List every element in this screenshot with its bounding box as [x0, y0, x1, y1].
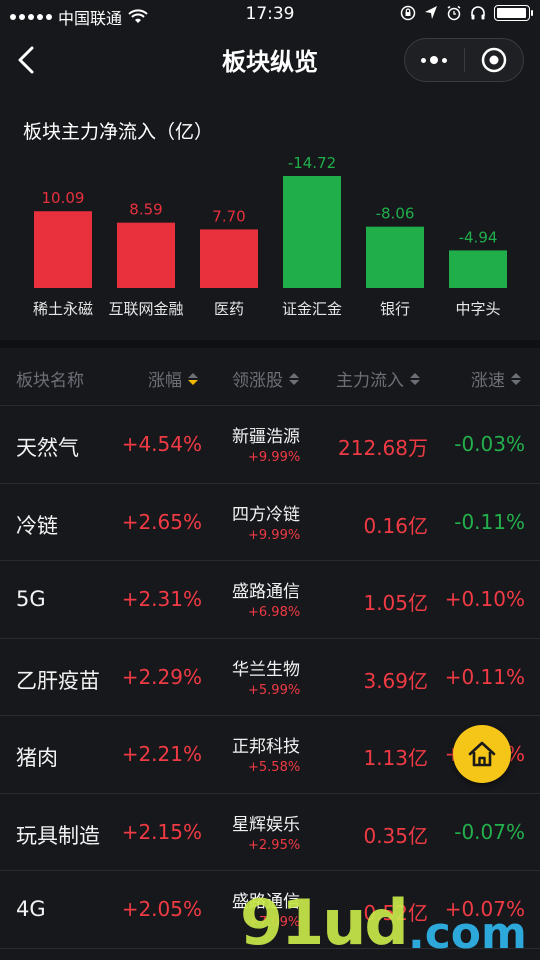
- more-icon: [421, 56, 448, 64]
- change-speed: -0.07%: [454, 819, 525, 844]
- rotation-lock-icon: [400, 5, 416, 21]
- header-sector-name: 板块名称: [16, 366, 84, 391]
- status-icons: [400, 5, 533, 21]
- sort-icon: [289, 372, 299, 385]
- table-row[interactable]: 乙肝疫苗 +2.29% 华兰生物 +5.99% 3.69亿 +0.11%: [0, 639, 540, 716]
- sector-change: +2.05%: [121, 897, 202, 921]
- home-icon: [468, 741, 496, 767]
- section-divider: [0, 340, 540, 348]
- sort-icon: [410, 372, 420, 385]
- sort-by-change-header[interactable]: 涨幅: [148, 366, 198, 391]
- table-row[interactable]: 5G +2.31% 盛路通信 +6.98% 1.05亿 +0.10%: [0, 561, 540, 639]
- chart-bar: [117, 222, 175, 288]
- chart-value-label: -14.72: [288, 154, 336, 172]
- alarm-icon: [447, 5, 461, 21]
- sector-change: +2.21%: [121, 742, 202, 766]
- home-button[interactable]: [453, 725, 511, 783]
- close-mini-program-button[interactable]: [465, 39, 524, 81]
- table-row[interactable]: 冷链 +2.65% 四方冷链 +9.99% 0.16亿 -0.11%: [0, 484, 540, 561]
- chart-category-label: 医药: [214, 300, 244, 318]
- mini-program-capsule: [404, 38, 524, 82]
- sector-name: 冷链: [16, 513, 58, 538]
- header-change-label: 涨幅: [148, 371, 182, 391]
- main-inflow: 0.35亿: [363, 823, 428, 848]
- chart-category-label: 中字头: [455, 300, 500, 318]
- nav-bar: 板块纵览: [0, 30, 540, 90]
- leader-stock-name: 盛路通信: [232, 582, 300, 602]
- sector-change: +4.54%: [121, 432, 202, 456]
- sector-name: 5G: [16, 587, 46, 611]
- sector-name: 4G: [16, 897, 46, 921]
- leader-stock-change: +5.99%: [248, 682, 301, 698]
- change-speed: -0.11%: [454, 509, 525, 534]
- battery-icon: [494, 5, 533, 21]
- sector-change: +2.65%: [121, 509, 202, 534]
- chart-category-label: 银行: [380, 300, 410, 318]
- sort-by-leader-header[interactable]: 领涨股: [232, 366, 299, 391]
- chart-value-label: 8.59: [129, 201, 162, 219]
- sector-change: +2.15%: [121, 819, 202, 844]
- sector-name: 天然气: [16, 436, 79, 460]
- sector-change: +2.29%: [121, 664, 202, 689]
- watermark-suffix: .com: [408, 908, 527, 959]
- chart-value-label: -4.94: [459, 228, 498, 246]
- header-speed-label: 涨速: [471, 371, 505, 391]
- leader-stock-name: 四方冷链: [232, 504, 300, 525]
- main-inflow: 1.05亿: [363, 591, 428, 615]
- main-inflow: 212.68万: [338, 436, 428, 460]
- sector-name: 乙肝疫苗: [16, 668, 100, 693]
- leader-stock-change: +2.95%: [248, 837, 301, 853]
- leader-stock-change: +9.99%: [248, 450, 301, 465]
- sort-by-speed-header[interactable]: 涨速: [471, 366, 521, 391]
- sort-icon: [511, 372, 521, 385]
- table-row[interactable]: 天然气 +4.54% 新疆浩源 +9.99% 212.68万 -0.03%: [0, 406, 540, 484]
- leader-stock-name: 新疆浩源: [232, 427, 300, 447]
- chart-bar: [283, 176, 341, 288]
- header-inflow-label: 主力流入: [336, 371, 404, 391]
- change-speed: +0.11%: [444, 664, 525, 689]
- chart-category-label: 证金汇金: [282, 300, 342, 318]
- bar-chart: 10.09 稀土永磁 8.59 互联网金融 7.70 医药 -14.72 证金汇金 -8.06 银…: [33, 154, 507, 318]
- sector-change: +2.31%: [121, 587, 202, 611]
- leader-stock-name: 华兰生物: [232, 659, 300, 680]
- net-inflow-chart: 板块主力净流入（亿） 10.09 稀土永磁 8.59 互联网金融 7.70 医药 -14.7…: [0, 90, 540, 340]
- watermark-logo: 91ud .com: [240, 886, 527, 959]
- main-inflow: 3.69亿: [363, 668, 428, 693]
- chart-value-label: -8.06: [376, 205, 415, 223]
- chart-bar: [366, 226, 424, 288]
- chart-category-label: 互联网金融: [108, 300, 183, 318]
- leader-stock-name: 正邦科技: [232, 737, 300, 757]
- leader-stock-change: +6.98%: [248, 605, 301, 620]
- location-icon: [425, 6, 437, 19]
- header-sector-name-label: 板块名称: [16, 371, 84, 391]
- main-inflow: 0.16亿: [363, 513, 428, 538]
- sector-list: 天然气 +4.54% 新疆浩源 +9.99% 212.68万 -0.03% 冷链…: [0, 406, 540, 949]
- chart-bar: [449, 250, 507, 288]
- more-button[interactable]: [405, 39, 464, 81]
- target-icon: [481, 47, 506, 73]
- chart-bar: [200, 229, 258, 288]
- chart-category-label: 稀土永磁: [33, 300, 93, 318]
- leader-stock-change: +9.99%: [248, 527, 301, 543]
- sector-name: 玩具制造: [16, 823, 100, 848]
- change-speed: -0.03%: [454, 432, 525, 456]
- watermark-main: 91ud: [240, 886, 409, 959]
- sort-active-icon: [188, 372, 198, 385]
- leader-stock-change: +5.58%: [248, 760, 301, 775]
- sector-name: 猪肉: [16, 746, 58, 770]
- header-leader-label: 领涨股: [232, 371, 283, 391]
- table-header: 板块名称 涨幅 领涨股 主力流入 涨速: [0, 348, 540, 406]
- chart-value-label: 10.09: [42, 189, 85, 207]
- headphones-icon: [471, 6, 485, 20]
- change-speed: +0.10%: [444, 587, 525, 611]
- status-bar: 中国联通 17:39: [0, 0, 540, 30]
- leader-stock-name: 星辉娱乐: [232, 814, 300, 835]
- chart-value-label: 7.70: [212, 207, 245, 225]
- main-inflow: 1.13亿: [363, 746, 428, 770]
- table-row[interactable]: 玩具制造 +2.15% 星辉娱乐 +2.95% 0.35亿 -0.07%: [0, 794, 540, 871]
- sort-by-inflow-header[interactable]: 主力流入: [336, 366, 420, 391]
- chart-bar: [34, 211, 92, 288]
